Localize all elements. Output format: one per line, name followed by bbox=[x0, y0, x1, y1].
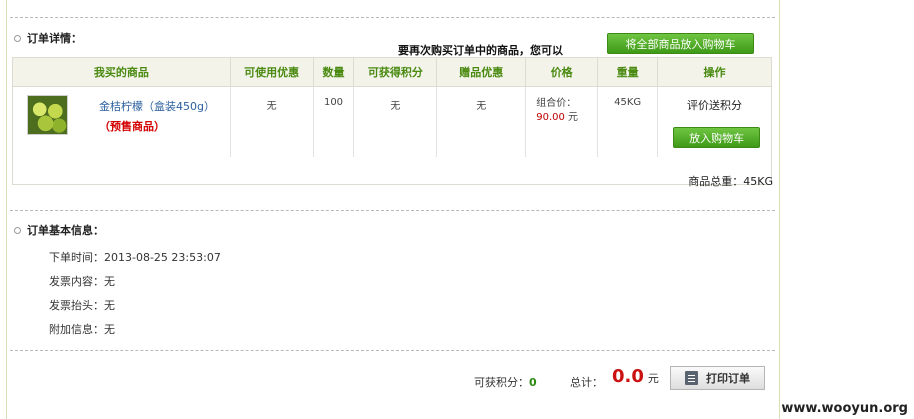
basic-info-title: 订单基本信息： bbox=[14, 222, 104, 238]
product-link[interactable]: 金桔柠檬（盒装450g） （预售商品） bbox=[99, 97, 229, 137]
column-header-product: 我买的商品 bbox=[12, 57, 231, 87]
total-unit: 元 bbox=[647, 372, 659, 385]
divider bbox=[10, 210, 775, 211]
points-value: 0 bbox=[529, 376, 537, 389]
quantity-cell: 100 bbox=[313, 86, 355, 157]
product-image[interactable] bbox=[27, 95, 68, 135]
watermark: www.wooyun.org bbox=[781, 401, 908, 416]
document-icon bbox=[685, 371, 698, 385]
product-name[interactable]: 金桔柠檬（盒装450g） bbox=[99, 100, 215, 113]
price-cell: 组合价： 90.00 元 bbox=[525, 86, 599, 157]
order-items-table: 我买的商品 可使用优惠 数量 可获得积分 赠品优惠 价格 重量 操作 金桔柠檬（… bbox=[12, 57, 772, 185]
total-label: 总计： bbox=[570, 376, 603, 389]
print-order-label: 打印订单 bbox=[706, 372, 750, 385]
total-summary: 0.0 元 bbox=[612, 366, 659, 387]
total-weight: 商品总重：45KG bbox=[688, 175, 773, 188]
product-cell: 金桔柠檬（盒装450g） （预售商品） bbox=[12, 86, 231, 157]
points-cell: 无 bbox=[353, 86, 438, 157]
order-detail-title: 订单详情： bbox=[14, 30, 82, 46]
column-header-action: 操作 bbox=[657, 57, 772, 87]
column-header-weight: 重量 bbox=[597, 57, 659, 87]
price-prefix: 组合价： bbox=[536, 98, 577, 109]
print-order-button[interactable]: 打印订单 bbox=[670, 366, 765, 390]
price-unit: 元 bbox=[568, 112, 579, 123]
column-header-points: 可获得积分 bbox=[353, 57, 438, 87]
divider bbox=[10, 17, 775, 18]
bullet-icon bbox=[14, 34, 21, 42]
price-value: 90.00 bbox=[536, 112, 565, 123]
bullet-icon bbox=[14, 226, 21, 234]
divider bbox=[10, 350, 775, 351]
add-all-to-cart-button[interactable]: 将全部商品放入购物车 bbox=[607, 33, 754, 54]
table-header-row: 我买的商品 可使用优惠 数量 可获得积分 赠品优惠 价格 重量 操作 bbox=[12, 57, 772, 87]
invoice-content: 发票内容：无 bbox=[49, 275, 115, 288]
weight-cell: 45KG bbox=[597, 86, 659, 157]
column-header-price: 价格 bbox=[525, 57, 599, 87]
column-header-discount: 可使用优惠 bbox=[230, 57, 314, 87]
points-summary: 可获积分：0 bbox=[474, 374, 537, 390]
points-label: 可获积分： bbox=[474, 376, 529, 389]
extra-info: 附加信息：无 bbox=[49, 323, 115, 336]
discount-cell: 无 bbox=[230, 86, 314, 157]
column-header-quantity: 数量 bbox=[313, 57, 355, 87]
invoice-title: 发票抬头：无 bbox=[49, 299, 115, 312]
total-value: 0.0 bbox=[612, 366, 644, 387]
gift-cell: 无 bbox=[436, 86, 527, 157]
action-cell: 评价送积分 放入购物车 bbox=[658, 87, 772, 157]
table-row: 金桔柠檬（盒装450g） （预售商品） 无 100 无 无 组合价： 90.00 … bbox=[12, 86, 772, 157]
review-link[interactable]: 评价送积分 bbox=[658, 97, 771, 113]
order-time: 下单时间：2013-08-25 23:53:07 bbox=[49, 251, 221, 264]
column-header-gift: 赠品优惠 bbox=[436, 57, 527, 87]
presale-label: （预售商品） bbox=[99, 120, 165, 133]
reorder-hint: 要再次购买订单中的商品，您可以 bbox=[398, 44, 563, 57]
add-to-cart-button[interactable]: 放入购物车 bbox=[673, 127, 761, 148]
